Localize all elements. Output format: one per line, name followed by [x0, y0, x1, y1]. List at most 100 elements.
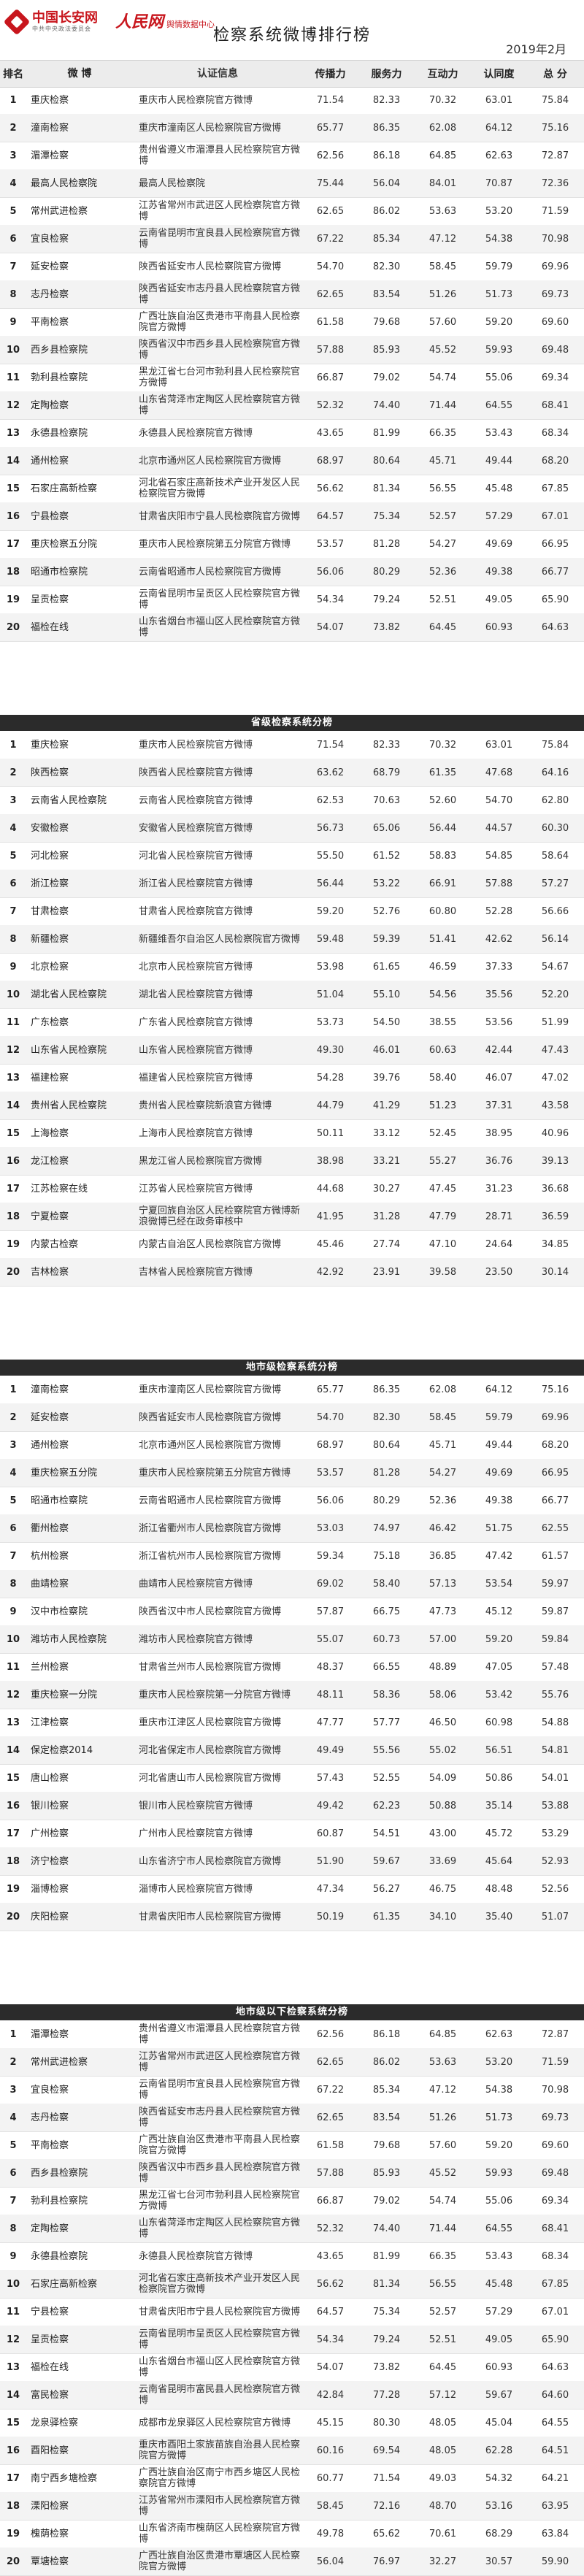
cell-spread: 68.97: [316, 455, 345, 467]
cell-cert: 北京市人民检察院官方微博: [139, 961, 253, 973]
cell-weibo: 宜良检察: [31, 2084, 69, 2096]
cell-spread: 59.34: [316, 1550, 345, 1562]
cell-recognition: 60.98: [485, 1717, 513, 1728]
cell-service: 82.30: [372, 1411, 401, 1423]
cell-spread: 52.32: [316, 2223, 345, 2234]
cell-spread: 54.07: [316, 2361, 345, 2373]
cell-cert: 云南省昆明市宜良县人民检察院官方微博: [139, 228, 301, 250]
cell-rank: 11: [6, 372, 20, 383]
cell-spread: 71.54: [316, 739, 345, 751]
cell-rank: 12: [6, 1044, 20, 1056]
cell-interact: 54.27: [429, 538, 457, 550]
cell-weibo: 平南检察: [31, 316, 69, 328]
cell-spread: 51.90: [316, 1855, 345, 1867]
cell-recognition: 59.93: [485, 2167, 513, 2179]
cell-service: 75.34: [372, 2306, 401, 2318]
cell-rank: 11: [6, 1016, 20, 1028]
cell-weibo: 吉林检察: [31, 1266, 69, 1278]
cell-interact: 54.74: [429, 2195, 457, 2207]
cell-service: 79.24: [372, 2334, 401, 2345]
section-title-band: 地市级以下检察系统分榜: [0, 2004, 584, 2020]
cell-total: 64.63: [541, 621, 569, 633]
cell-rank: 20: [6, 621, 20, 633]
cell-spread: 54.28: [316, 1072, 345, 1084]
cell-weibo: 石家庄高新检察: [31, 483, 98, 494]
cell-recognition: 45.04: [485, 2417, 513, 2429]
cell-cert: 云南省昆明市富民县人民检察院官方微博: [139, 2384, 301, 2406]
cell-total: 34.85: [541, 1238, 569, 1250]
cell-recognition: 54.85: [485, 850, 513, 862]
cell-weibo: 志丹检察: [31, 2112, 69, 2123]
table-row: 14 保定检察2014 河北省保定市人民检察院官方微博 49.49 55.56 55.02…: [0, 1736, 584, 1765]
cell-recognition: 45.64: [485, 1855, 513, 1867]
cell-service: 23.91: [372, 1266, 401, 1278]
table-row: 14 通州检察 北京市通州区人民检察院官方微博 68.97 80.64 45.71 49.4…: [0, 447, 584, 475]
cell-cert: 广州市人民检察院官方微博: [139, 1828, 253, 1839]
cell-interact: 54.56: [429, 989, 457, 1000]
cell-interact: 52.57: [429, 2306, 457, 2318]
cell-interact: 33.69: [429, 1855, 457, 1867]
table-row: 6 浙江检察 浙江省人民检察院官方微博 56.44 53.22 66.91 57.88 57.…: [0, 870, 584, 898]
cell-spread: 52.32: [316, 399, 345, 411]
cell-recognition: 35.56: [485, 989, 513, 1000]
cell-total: 63.95: [541, 2500, 569, 2512]
table-row: 6 西乡县检察院 陕西省汉中市西乡县人民检察院官方微博 57.88 85.93 45.52…: [0, 2159, 584, 2188]
table-row: 3 通州检察 北京市通州区人民检察院官方微博 68.97 80.64 45.71 49.44…: [0, 1431, 584, 1460]
cell-spread: 38.98: [316, 1155, 345, 1167]
cell-rank: 20: [6, 2556, 20, 2567]
table-row: 16 银川检察 银川市人民检察院官方微博 49.42 62.23 50.88 35.14 53…: [0, 1792, 584, 1820]
column-header-cert: 认证信息: [197, 67, 238, 80]
cell-spread: 56.06: [316, 1495, 345, 1506]
cell-recognition: 53.54: [485, 1578, 513, 1590]
cell-service: 68.79: [372, 767, 401, 778]
table-row: 3 湄潭检察 贵州省遵义市湄潭县人民检察院官方微博 62.56 86.18 64.85 62…: [0, 142, 584, 170]
cell-interact: 39.58: [429, 1266, 457, 1278]
cell-cert: 广西壮族自治区贵港市平南县人民检察院官方微博: [139, 311, 301, 333]
cell-weibo: 覃塘检察: [31, 2556, 69, 2567]
cell-total: 65.90: [541, 594, 569, 605]
cell-interact: 70.32: [429, 94, 457, 106]
table-row: 11 广东检察 广东省人民检察院官方微博 53.73 54.50 38.55 53.56 51…: [0, 1008, 584, 1037]
cell-weibo: 常州武进检察: [31, 2056, 88, 2068]
cell-recognition: 37.33: [485, 961, 513, 973]
cell-total: 36.59: [541, 1211, 569, 1222]
cell-total: 68.41: [541, 399, 569, 411]
cell-rank: 19: [6, 2528, 20, 2539]
cell-cert: 河北省石家庄高新技术产业开发区人民检察院官方微博: [139, 2273, 301, 2295]
cell-rank: 7: [9, 261, 17, 272]
cell-cert: 山东省菏泽市定陶区人民检察院官方微博: [139, 394, 301, 416]
cell-total: 70.98: [541, 2084, 569, 2096]
cell-spread: 50.11: [316, 1127, 345, 1139]
cell-total: 52.93: [541, 1855, 569, 1867]
cell-weibo: 河北检察: [31, 850, 69, 862]
cell-spread: 53.73: [316, 1016, 345, 1028]
cell-interact: 50.88: [429, 1800, 457, 1812]
cell-cert: 浙江省人民检察院官方微博: [139, 878, 253, 889]
cell-spread: 58.45: [316, 2500, 345, 2512]
cell-cert: 云南省昆明市呈贡区人民检察院官方微博: [139, 2328, 301, 2350]
table-row: 7 甘肃检察 甘肃省人民检察院官方微博 59.20 52.76 60.80 52.28 56.…: [0, 897, 584, 926]
cell-rank: 2: [9, 122, 17, 134]
cell-rank: 14: [6, 2389, 20, 2401]
cell-weibo: 广东检察: [31, 1016, 69, 1028]
cell-interact: 57.13: [429, 1578, 457, 1590]
cell-service: 86.18: [372, 150, 401, 161]
cell-service: 75.18: [372, 1550, 401, 1562]
cell-spread: 53.03: [316, 1522, 345, 1534]
table-row: 13 福检在线 山东省烟台市福山区人民检察院官方微博 54.07 73.82 64.45 6…: [0, 2353, 584, 2382]
cell-spread: 49.49: [316, 1744, 345, 1756]
cell-cert: 永德县人民检察院官方微博: [139, 427, 253, 439]
cell-rank: 5: [9, 850, 17, 862]
cell-recognition: 35.40: [485, 1911, 513, 1923]
cell-interact: 61.35: [429, 767, 457, 778]
cell-total: 69.60: [541, 2139, 569, 2151]
cell-total: 57.48: [541, 1661, 569, 1673]
table-row: 18 济宁检察 山东省济宁市人民检察院官方微博 51.90 59.67 33.69 45.6…: [0, 1847, 584, 1876]
cell-rank: 16: [6, 2445, 20, 2456]
cell-spread: 75.44: [316, 177, 345, 189]
cell-cert: 淄博市人民检察院官方微博: [139, 1883, 253, 1895]
cell-interact: 52.36: [429, 566, 457, 578]
cell-cert: 重庆市酉阳土家族苗族自治县人民检察院官方微博: [139, 2439, 301, 2461]
cell-recognition: 64.55: [485, 2223, 513, 2234]
cell-weibo: 贵州省人民检察院: [31, 1100, 107, 1111]
